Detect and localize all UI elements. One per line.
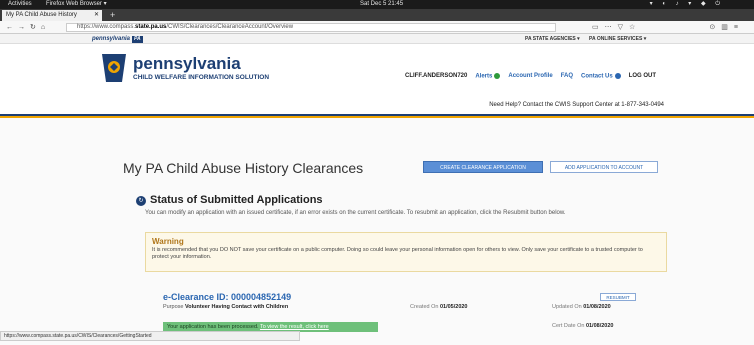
help-text: Need Help? Contact the CWIS Support Cent… bbox=[489, 102, 664, 108]
status-section-title: Status of Submitted Applications bbox=[150, 194, 323, 206]
cert-value: 01/08/2020 bbox=[585, 323, 614, 329]
pa-logo[interactable]: pennsylvania PA bbox=[92, 34, 143, 44]
create-application-button[interactable]: CREATE CLEARANCE APPLICATION bbox=[423, 161, 543, 173]
navigation-toolbar: ←→↻⌂ https://www.compass.state.pa.us/CWI… bbox=[0, 21, 754, 34]
updated-value: 01/08/2020 bbox=[583, 304, 611, 310]
logout-link[interactable]: LOG OUT bbox=[629, 73, 656, 79]
app-menu[interactable]: Firefox Web Browser ▾ bbox=[46, 0, 107, 9]
warning-title: Warning bbox=[152, 237, 184, 246]
url-domain: state.pa.us bbox=[135, 24, 167, 30]
created-value: 01/05/2020 bbox=[439, 304, 468, 310]
library-icon[interactable]: ⊙ bbox=[709, 24, 721, 31]
contact-us-label: Contact Us bbox=[581, 73, 613, 80]
alerts-status-icon bbox=[494, 73, 501, 79]
tab-bar: My PA Child Abuse History ✕ + bbox=[0, 9, 754, 21]
nav-buttons: ←→↻⌂ bbox=[6, 21, 50, 34]
sidebar-icon[interactable]: ▥ bbox=[721, 24, 734, 31]
reload-icon[interactable]: ↻ bbox=[30, 24, 41, 31]
created-label: Created On bbox=[410, 304, 439, 310]
system-top-bar: Activities Firefox Web Browser ▾ Sat Dec… bbox=[0, 0, 754, 9]
bookmark-star-icon[interactable]: ☆ bbox=[629, 24, 641, 31]
warning-box: Warning It is recommended that you DO NO… bbox=[145, 232, 667, 272]
alerts-link[interactable]: Alerts bbox=[475, 73, 501, 80]
brand-name: pennsylvania bbox=[133, 54, 241, 73]
menu-icon[interactable]: ≡ bbox=[734, 24, 744, 31]
processed-text: Your application has been processed. bbox=[167, 324, 259, 330]
url-prefix: https://www.compass. bbox=[77, 24, 136, 30]
main-content: My PA Child Abuse History Clearances CRE… bbox=[0, 118, 754, 345]
updated-date: Updated On 01/08/2020 bbox=[552, 304, 611, 310]
pa-global-bar: pennsylvania PA PA STATE AGENCIES ▾ PA ON… bbox=[0, 34, 754, 44]
toolbar-right-icons: ⊙▥≡ bbox=[709, 21, 744, 34]
alerts-label: Alerts bbox=[475, 73, 493, 80]
created-date: Created On 01/05/2020 bbox=[410, 304, 468, 310]
status-icon: ↻ bbox=[136, 196, 146, 206]
username: CLIFF.ANDERSON720 bbox=[405, 73, 468, 80]
pocket-icon[interactable]: ▽ bbox=[618, 24, 629, 31]
back-icon[interactable]: ← bbox=[6, 24, 18, 31]
system-tray-icons[interactable]: ▾ ◐ ♪ ▾ ◆ ⏻ bbox=[650, 0, 724, 9]
site-header: pennsylvania CHILD WELFARE INFORMATION S… bbox=[0, 44, 754, 114]
add-application-button[interactable]: ADD APPLICATION TO ACCOUNT bbox=[550, 161, 658, 173]
close-tab-icon[interactable]: ✕ bbox=[94, 10, 99, 21]
contact-info-icon bbox=[614, 73, 621, 79]
system-clock[interactable]: Sat Dec 5 21:45 bbox=[360, 0, 403, 9]
forward-icon[interactable]: → bbox=[18, 24, 30, 31]
warning-body: It is recommended that you DO NOT save y… bbox=[152, 247, 643, 260]
updated-label: Updated On bbox=[552, 304, 582, 310]
contact-us-link[interactable]: Contact Us bbox=[581, 73, 621, 80]
resubmit-button[interactable]: RESUBMIT bbox=[600, 293, 636, 301]
home-icon[interactable]: ⌂ bbox=[41, 24, 50, 31]
purpose-value: Volunteer Having Contact with Children bbox=[185, 304, 289, 310]
clearance-id: e-Clearance ID: 000004852149 bbox=[163, 292, 292, 302]
url-path: /CWIS/Clearances/ClearanceAccount/Overvi… bbox=[166, 24, 294, 30]
url-action-icons: ▭⋯▽☆ bbox=[592, 21, 641, 34]
purpose-label: Purpose bbox=[163, 304, 184, 310]
pa-logo-badge: PA bbox=[132, 36, 143, 43]
cert-date: Cert Date On 01/08/2020 bbox=[552, 323, 613, 329]
user-menu: CLIFF.ANDERSON720 Alerts Account Profile… bbox=[405, 73, 656, 80]
browser-tab[interactable]: My PA Child Abuse History ✕ bbox=[2, 10, 102, 21]
online-services-menu[interactable]: PA ONLINE SERVICES ▾ bbox=[589, 36, 646, 42]
application-purpose: Purpose Volunteer Having Contact with Ch… bbox=[163, 304, 288, 310]
faq-link[interactable]: FAQ bbox=[561, 73, 573, 79]
state-agencies-menu[interactable]: PA STATE AGENCIES ▾ bbox=[525, 36, 580, 42]
pa-logo-text: pennsylvania bbox=[92, 36, 131, 42]
status-description: You can modify an application with an is… bbox=[145, 210, 566, 216]
view-result-link[interactable]: To view the result, click here bbox=[260, 324, 329, 330]
activities-button[interactable]: Activities bbox=[8, 0, 32, 9]
reader-icon[interactable]: ▭ bbox=[592, 24, 605, 31]
tab-title: My PA Child Abuse History bbox=[6, 12, 77, 18]
brand-subtitle: CHILD WELFARE INFORMATION SOLUTION bbox=[133, 74, 270, 81]
url-bar[interactable]: https://www.compass.state.pa.us/CWIS/Cle… bbox=[66, 23, 556, 32]
account-profile-link[interactable]: Account Profile bbox=[508, 73, 552, 79]
new-tab-icon[interactable]: + bbox=[110, 9, 115, 21]
pa-global-links: PA STATE AGENCIES ▾ PA ONLINE SERVICES ▾ bbox=[525, 34, 654, 44]
cert-label: Cert Date On bbox=[552, 323, 585, 329]
page-actions-icon[interactable]: ⋯ bbox=[605, 24, 618, 31]
page-title: My PA Child Abuse History Clearances bbox=[123, 160, 364, 176]
keystone-logo-icon[interactable] bbox=[100, 52, 128, 84]
status-bar-url: https://www.compass.state.pa.us/CWIS/Cle… bbox=[0, 331, 300, 341]
